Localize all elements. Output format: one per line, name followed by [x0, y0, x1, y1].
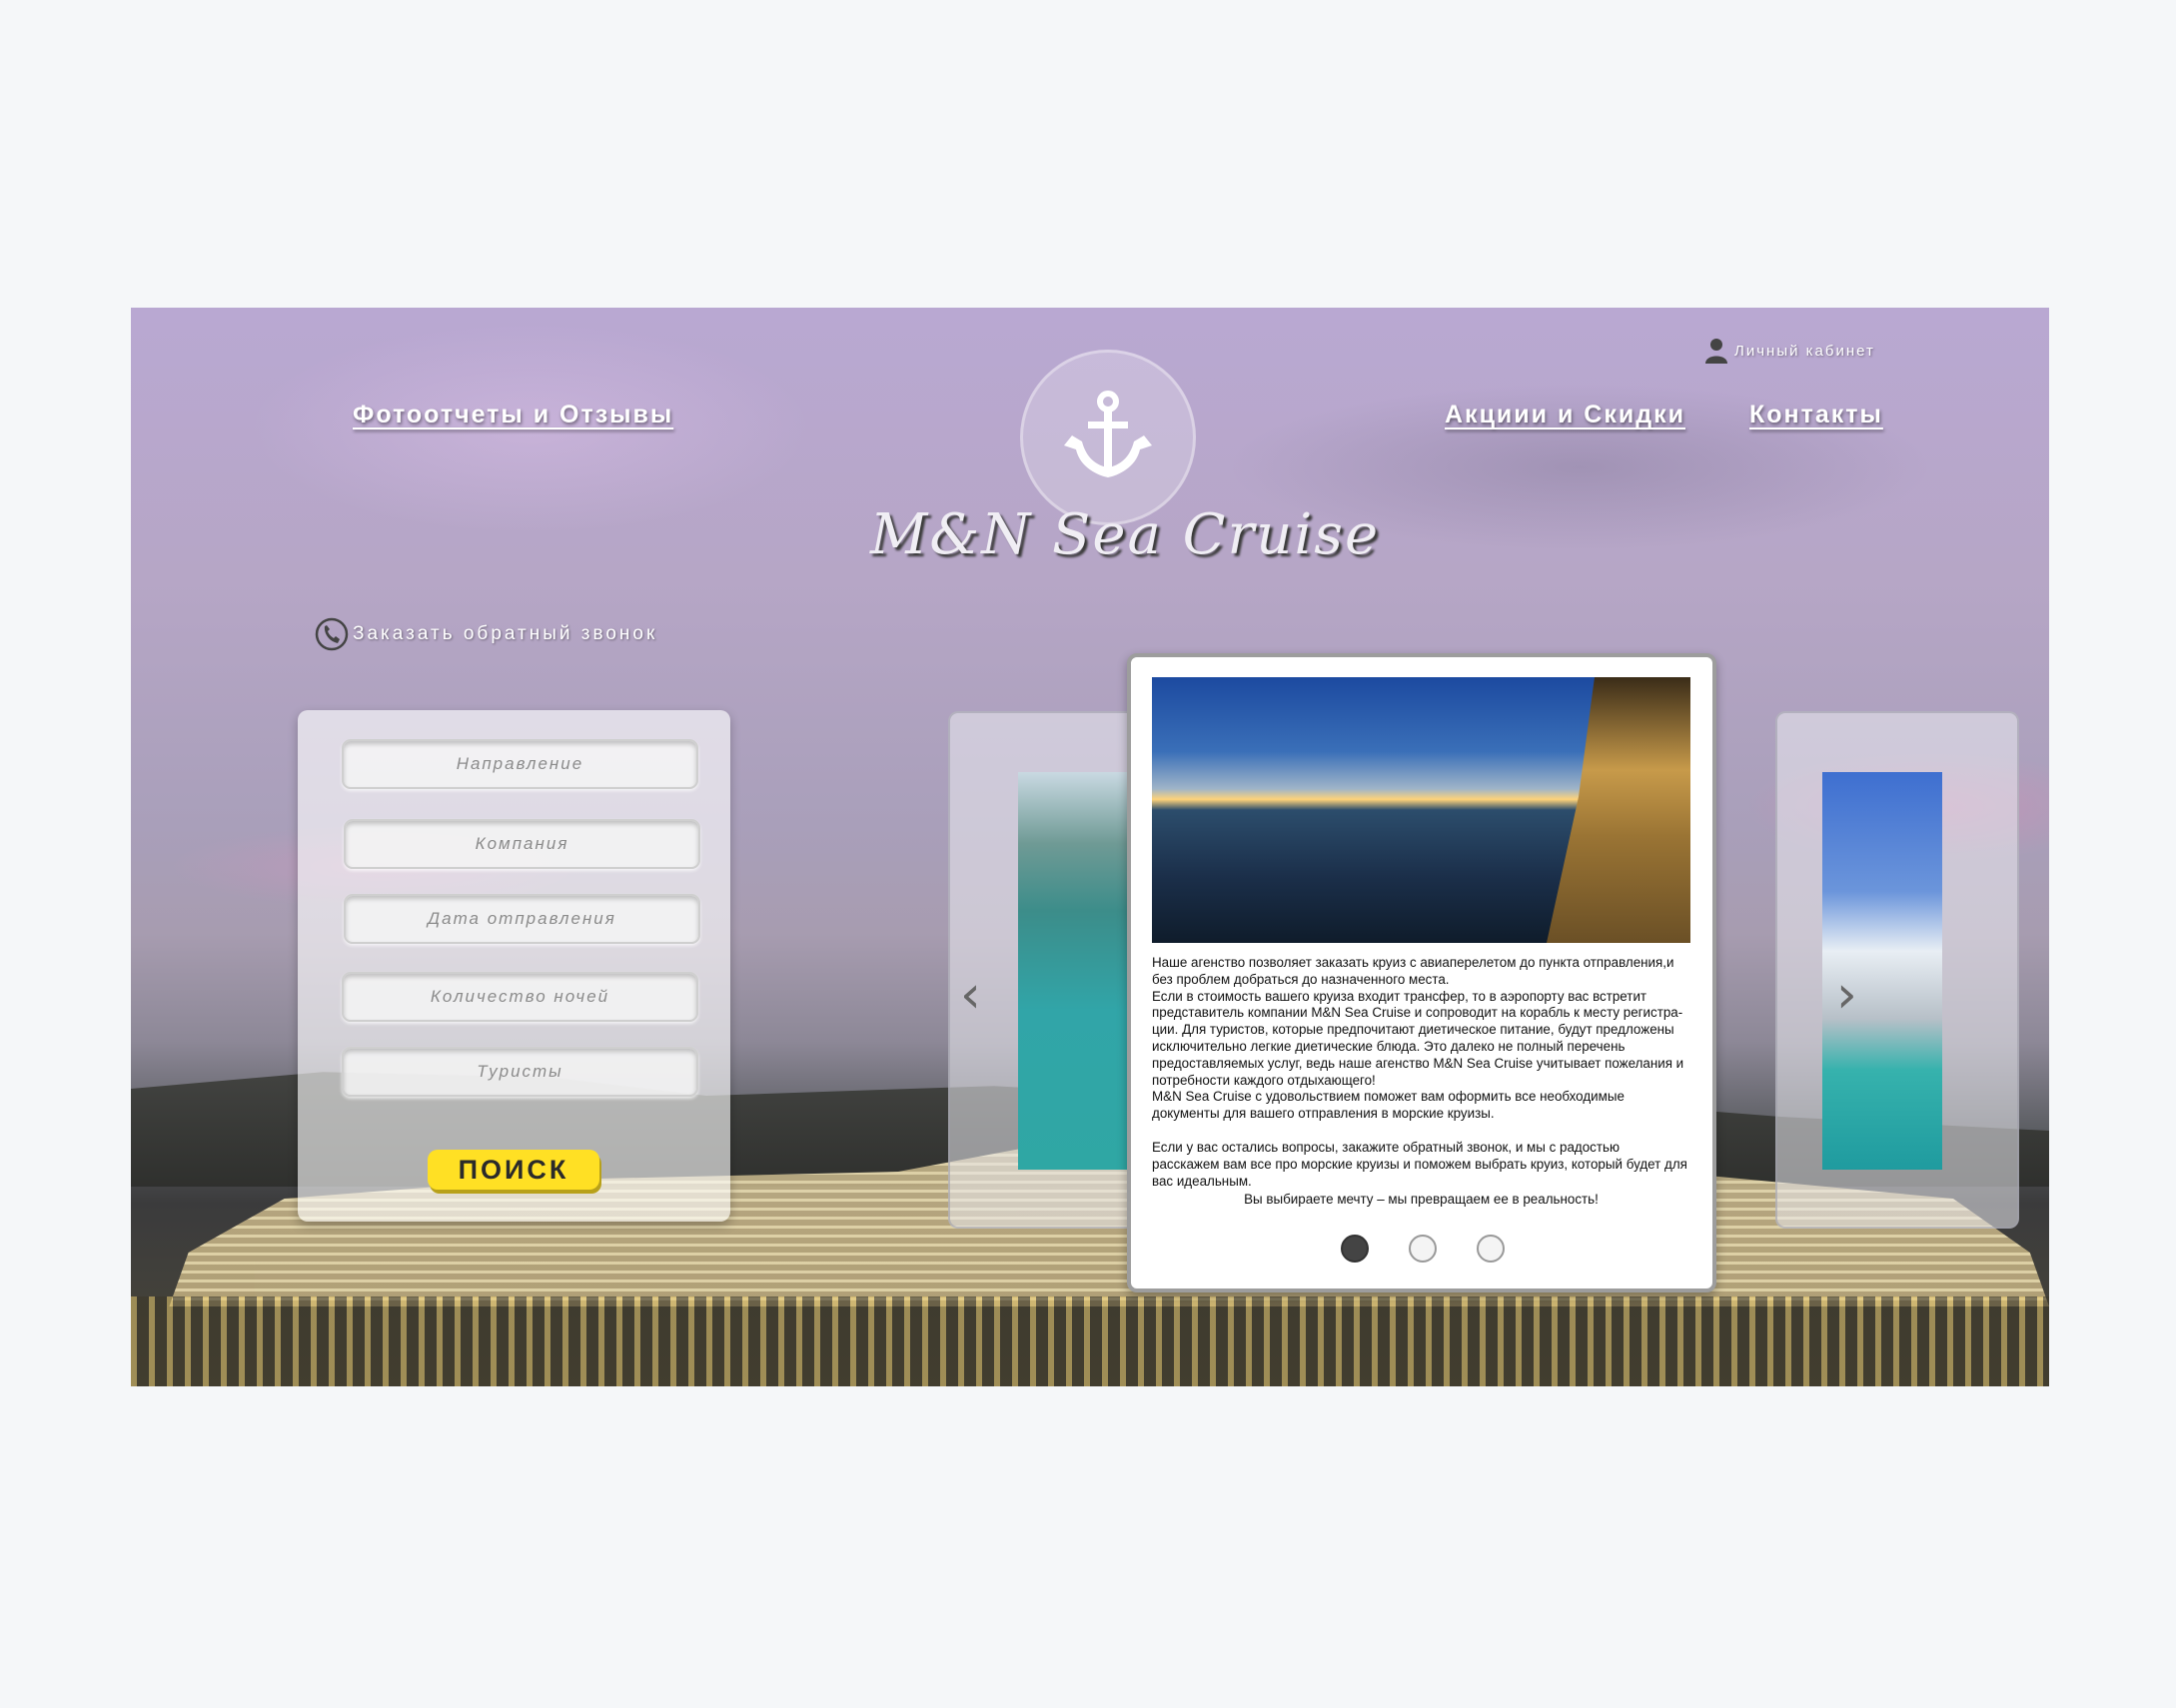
slider-dot-3[interactable] — [1477, 1235, 1505, 1263]
slide-text: Наше агенство позволяет заказать круиз с… — [1152, 955, 1690, 1209]
tourists-field[interactable] — [342, 1047, 698, 1097]
callback-link[interactable]: Заказать обратный звонок — [315, 617, 657, 651]
company-field[interactable] — [344, 819, 700, 869]
slide-paragraph: M&N Sea Cruise с удовольствием поможет в… — [1152, 1089, 1625, 1122]
water-reflection — [131, 1296, 2049, 1386]
hero-banner: Фотоотчеты и Отзывы Акциии и Скидки Конт… — [131, 308, 2049, 1386]
slide-paragraph: Если в стоимость вашего круиза входит тр… — [1152, 988, 1684, 1088]
slide-paragraph: Если у вас остались вопросы, закажите об… — [1152, 1139, 1687, 1189]
brand-name: M&N Sea Cruise — [870, 502, 1381, 567]
slider-pagination — [1341, 1235, 1505, 1263]
callback-label: Заказать обратный звонок — [353, 623, 658, 644]
account-link[interactable]: Личный кабинет — [1704, 338, 1875, 364]
nav-contacts[interactable]: Контакты — [1749, 401, 1883, 429]
search-button[interactable]: ПОИСК — [428, 1150, 599, 1190]
slide-main-image — [1152, 677, 1690, 943]
slide-prev-image — [1018, 772, 1138, 1170]
ship-deck — [1547, 677, 1690, 943]
direction-field[interactable] — [342, 739, 698, 789]
slide-main-card: Наше агенство позволяет заказать круиз с… — [1127, 653, 1716, 1292]
nights-field[interactable] — [342, 972, 698, 1022]
search-panel: ПОИСК — [298, 710, 730, 1222]
anchor-icon — [1064, 391, 1152, 477]
user-icon — [1705, 339, 1727, 364]
slider-dot-1[interactable] — [1341, 1235, 1369, 1263]
departure-date-field[interactable] — [344, 894, 700, 944]
slide-paragraph: Наше агенство позволяет заказать круиз с… — [1152, 955, 1674, 987]
nav-photo-reviews[interactable]: Фотоотчеты и Отзывы — [353, 401, 673, 429]
chevron-right-icon[interactable]: › — [1836, 965, 1857, 1025]
logo[interactable] — [1020, 350, 1196, 525]
account-label: Личный кабинет — [1734, 342, 1875, 360]
nav-promotions[interactable]: Акциии и Скидки — [1445, 401, 1685, 429]
slide-tagline: Вы выбираете мечту – мы превращаем ее в … — [1244, 1192, 1599, 1208]
chevron-left-icon[interactable]: ‹ — [960, 965, 981, 1025]
phone-icon — [315, 617, 349, 651]
slider-dot-2[interactable] — [1409, 1235, 1437, 1263]
